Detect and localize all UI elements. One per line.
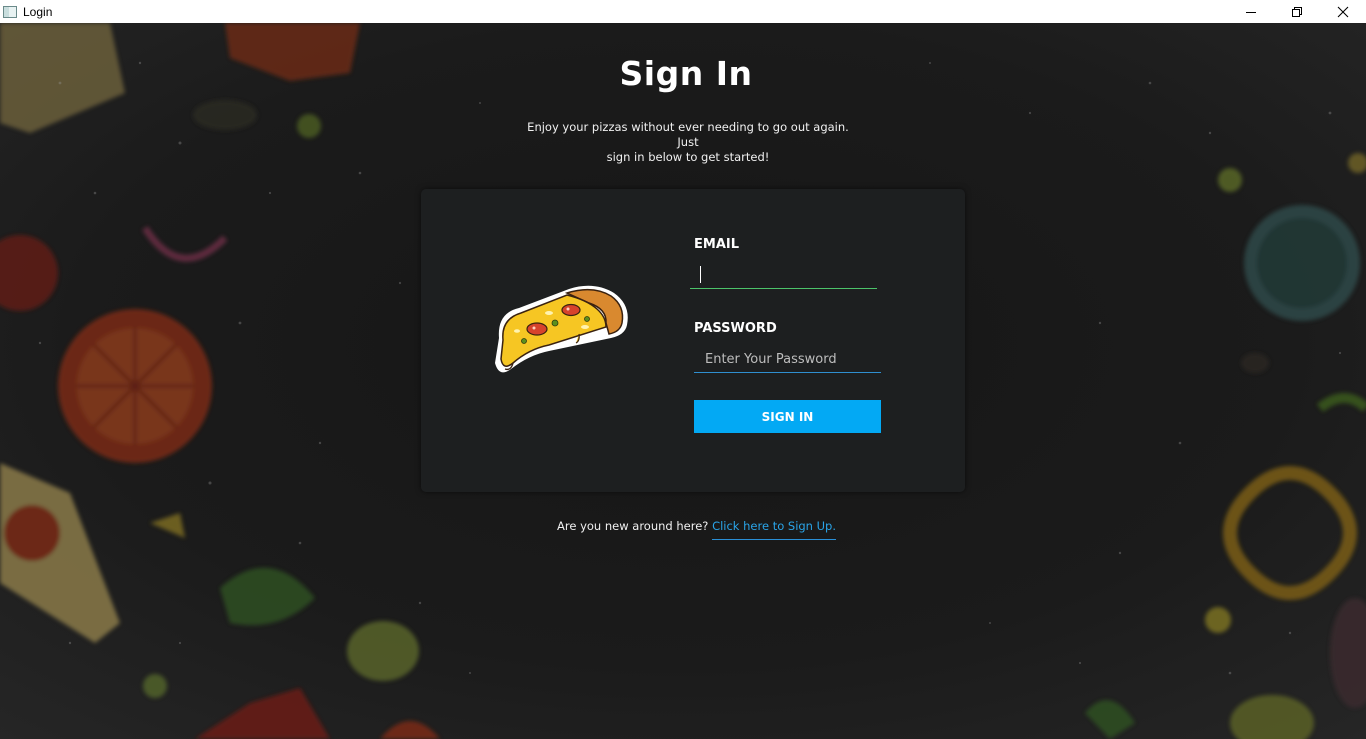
email-label: EMAIL: [694, 237, 739, 252]
title-bar[interactable]: Login: [0, 0, 1366, 23]
sign-in-button[interactable]: SIGN IN: [694, 400, 881, 433]
page-title: Sign In: [619, 54, 753, 93]
login-card: EMAIL PASSWORD SIGN IN: [421, 189, 965, 492]
restore-icon: [1292, 6, 1302, 17]
minimize-icon: [1246, 11, 1256, 13]
restore-button[interactable]: [1274, 0, 1320, 23]
window-controls: [1228, 0, 1366, 23]
password-field[interactable]: [694, 347, 881, 373]
subtitle-line-1: Enjoy your pizzas without ever needing t…: [527, 120, 849, 149]
signup-prompt-text: Are you new around here?: [557, 519, 709, 533]
email-field[interactable]: [690, 263, 877, 289]
sign-up-link[interactable]: Click here to Sign Up.: [712, 519, 837, 540]
login-content: Sign In Enjoy your pizzas without ever n…: [0, 23, 1366, 739]
pizza-slice-icon: [495, 285, 628, 373]
subtitle-line-2: sign in below to get started!: [606, 150, 770, 164]
close-icon: [1337, 6, 1349, 17]
window-title: Login: [23, 4, 53, 19]
text-caret: [700, 266, 701, 283]
signup-prompt-row: Are you new around here? Click here to S…: [557, 519, 837, 540]
page-subtitle: Enjoy your pizzas without ever needing t…: [520, 120, 856, 165]
minimize-button[interactable]: [1228, 0, 1274, 23]
password-label: PASSWORD: [694, 321, 777, 336]
login-window: Login Sign In Enjoy your pizzas without …: [0, 0, 1366, 739]
close-button[interactable]: [1320, 0, 1366, 23]
app-icon: [3, 5, 17, 18]
